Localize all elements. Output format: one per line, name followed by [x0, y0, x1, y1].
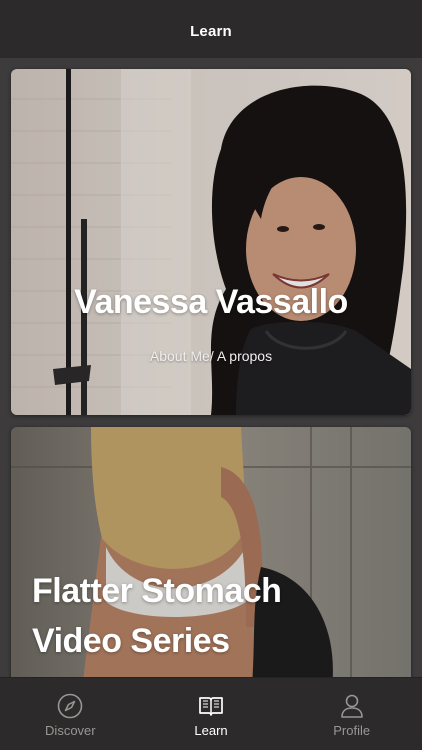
book-icon	[199, 697, 223, 716]
content-feed[interactable]: Vanessa Vassallo About Me/ A propos Flat…	[0, 58, 422, 678]
page-title: Learn	[190, 22, 232, 40]
card-title: Vanessa Vassallo	[74, 283, 348, 321]
tab-learn[interactable]: Learn	[141, 678, 282, 750]
video-series-card[interactable]: Flatter Stomach Video Series	[11, 427, 411, 678]
tab-profile[interactable]: Profile	[281, 678, 422, 750]
app-screen: Learn Vanessa Vassallo About Me/ A propo…	[0, 0, 422, 750]
person-icon	[340, 694, 363, 718]
card-title: Flatter Stomach Video Series	[32, 566, 392, 666]
compass-icon	[58, 693, 83, 719]
card-title-line: Video Series	[32, 622, 230, 660]
tab-label: Profile	[333, 723, 371, 738]
navigation-bar: Learn	[0, 0, 422, 58]
tab-label: Discover	[45, 723, 96, 738]
card-title-line: Flatter Stomach	[32, 572, 282, 610]
tab-bar: Discover Learn Profile	[0, 677, 422, 750]
tab-discover[interactable]: Discover	[0, 678, 141, 750]
profile-card[interactable]: Vanessa Vassallo About Me/ A propos	[11, 69, 411, 415]
card-subtitle: About Me/ A propos	[149, 348, 273, 364]
tab-label: Learn	[194, 723, 228, 738]
